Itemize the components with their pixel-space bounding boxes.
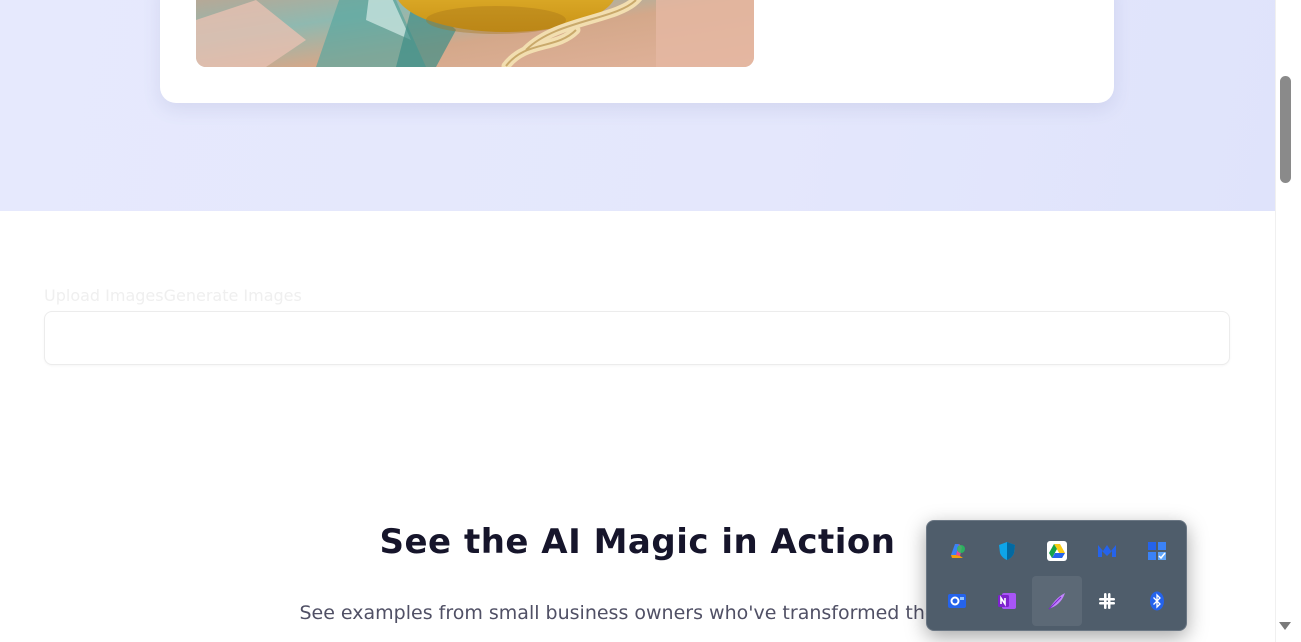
- todo-grid-icon: [1148, 542, 1166, 560]
- copilot-icon: [951, 544, 965, 558]
- tab-upload-images[interactable]: Upload Images: [44, 286, 164, 308]
- outlook-icon: [948, 594, 966, 608]
- image-tabs: Upload Images Generate Images: [44, 286, 302, 308]
- tray-item-meet[interactable]: [1082, 526, 1132, 576]
- tray-item-defender[interactable]: [982, 526, 1032, 576]
- slack-icon: [1099, 593, 1115, 609]
- tray-item-todo[interactable]: [1132, 526, 1182, 576]
- feather-pen-icon: [1048, 593, 1065, 610]
- meet-icon: [1098, 545, 1116, 557]
- tray-item-outlook[interactable]: [932, 576, 982, 626]
- vertical-scrollbar[interactable]: [1275, 0, 1301, 642]
- hero-section: [0, 0, 1275, 211]
- scroll-down-arrow-icon[interactable]: [1279, 622, 1291, 630]
- tray-item-onenote[interactable]: [982, 576, 1032, 626]
- system-tray-overflow: [926, 520, 1187, 631]
- google-drive-icon: [1047, 541, 1067, 561]
- tab-generate-images[interactable]: Generate Images: [164, 286, 302, 308]
- tray-item-copilot[interactable]: [932, 526, 982, 576]
- bluetooth-icon: [1150, 591, 1164, 611]
- tray-item-feather[interactable]: [1032, 576, 1082, 626]
- hero-image: [196, 0, 754, 67]
- defender-shield-icon: [999, 542, 1015, 560]
- onenote-icon: [998, 593, 1016, 609]
- tray-item-google-drive[interactable]: [1032, 526, 1082, 576]
- page: Upload Images Generate Images See the AI…: [0, 0, 1301, 642]
- scroll-thumb[interactable]: [1280, 76, 1291, 183]
- tray-item-slack[interactable]: [1082, 576, 1132, 626]
- tray-item-bluetooth[interactable]: [1132, 576, 1182, 626]
- hero-card: [160, 0, 1114, 103]
- tab-panel: [44, 311, 1230, 365]
